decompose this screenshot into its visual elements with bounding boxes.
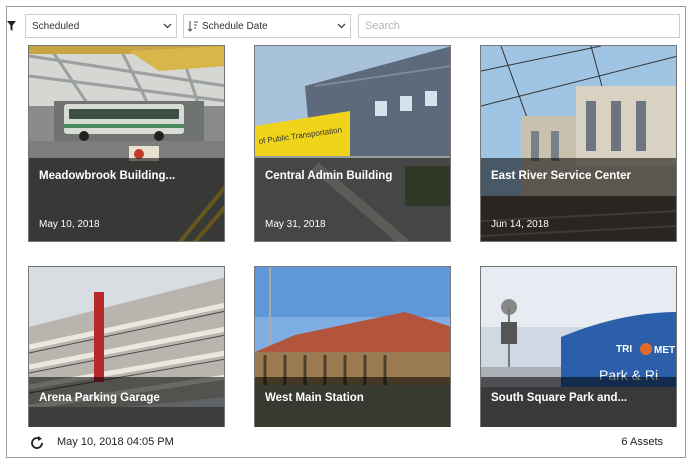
- card-date: Jun 14, 2018: [491, 219, 549, 230]
- brand-text-end: MET: [654, 345, 675, 356]
- card-title: Arena Parking Garage: [39, 392, 160, 404]
- asset-count: 6 Assets: [621, 436, 663, 448]
- filter-icon: [7, 14, 16, 38]
- chevron-down-icon: [332, 23, 350, 29]
- asset-card[interactable]: East River Service Center Jun 14, 2018: [480, 45, 677, 242]
- card-title: Central Admin Building: [265, 170, 393, 182]
- asset-gallery: Scheduled Schedule Date Search Meadowbro…: [6, 6, 686, 458]
- card-title: East River Service Center: [491, 170, 631, 182]
- search-input[interactable]: Search: [358, 14, 680, 38]
- search-placeholder: Search: [365, 20, 400, 32]
- chevron-down-icon: [158, 23, 176, 29]
- status-filter-dropdown[interactable]: Scheduled: [25, 14, 177, 38]
- asset-card[interactable]: Meadowbrook Building... May 10, 2018: [28, 45, 225, 242]
- refresh-icon[interactable]: [29, 435, 45, 451]
- brand-text: TRI: [616, 344, 632, 355]
- card-date: May 31, 2018: [265, 219, 326, 230]
- card-title: West Main Station: [265, 392, 364, 404]
- card-date: May 10, 2018: [39, 219, 100, 230]
- last-updated-timestamp: May 10, 2018 04:05 PM: [57, 436, 174, 448]
- card-title: South Square Park and...: [491, 392, 628, 404]
- status-filter-value: Scheduled: [32, 20, 80, 32]
- asset-card[interactable]: of Public Transportation Central Admin B…: [254, 45, 451, 242]
- sort-value: Schedule Date: [202, 20, 268, 32]
- card-title: Meadowbrook Building...: [39, 170, 176, 182]
- toolbar: Scheduled Schedule Date Search: [7, 7, 685, 43]
- sort-icon: [184, 20, 202, 32]
- sort-dropdown[interactable]: Schedule Date: [183, 14, 351, 38]
- status-bar: May 10, 2018 04:05 PM 6 Assets: [7, 427, 685, 457]
